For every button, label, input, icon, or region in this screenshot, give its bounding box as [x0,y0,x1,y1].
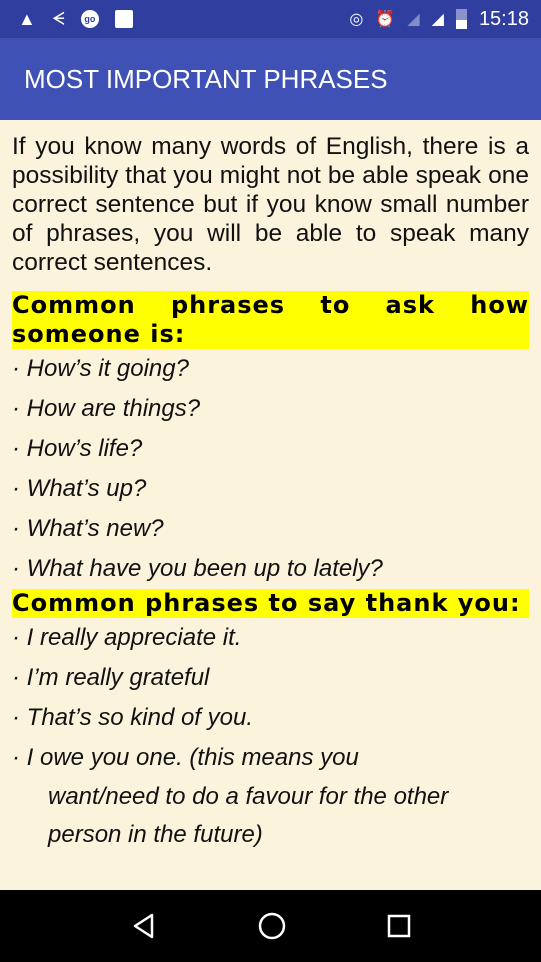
list-item-continuation: person in the future) [48,821,263,848]
list-item: · I’m really grateful [12,664,210,691]
list-item: · I owe you one. (this means you [12,744,359,771]
navigation-bar [0,890,541,962]
content-scroll[interactable]: If you know many words of English, there… [0,120,541,890]
list-item: · How are things? [12,395,201,422]
app-bar: MOST IMPORTANT PHRASES [0,38,541,120]
recents-icon[interactable] [386,913,412,939]
warning-icon: ▲ [18,8,36,29]
battery-icon [455,9,467,29]
home-icon[interactable] [257,911,287,941]
list-item: · That’s so kind of you. [12,704,254,731]
list-item: · What have you been up to lately? [12,555,383,582]
status-bar: ▲ ᗕ go ◎ ⏰ ◢ ◢ 15:18 [0,0,541,38]
signal-empty-icon: ◢ [407,11,420,28]
list-item-continuation: want/need to do a favour for the other [48,783,449,810]
list-item: · How’s life? [12,435,143,462]
list-item: · I really appreciate it. [12,624,242,651]
hotspot-icon: ◎ [349,11,364,28]
bird-icon: ᗕ [51,8,65,29]
clock: 15:18 [478,7,529,30]
go-icon: go [80,10,99,28]
signal-icon: ◢ [431,11,444,28]
intro-text: If you know many words of English, there… [12,133,529,276]
list-item: · How’s it going? [12,355,189,382]
back-icon[interactable] [130,912,158,940]
list-item: · What’s new? [12,515,164,542]
section-heading: Common phrases to ask how someone is: [12,291,529,349]
alarm-icon: ⏰ [375,11,396,28]
section-heading: Common phrases to say thank you: [12,589,529,618]
image-icon [114,10,133,28]
list-item: · What’s up? [12,475,147,502]
page-title: MOST IMPORTANT PHRASES [24,63,388,94]
